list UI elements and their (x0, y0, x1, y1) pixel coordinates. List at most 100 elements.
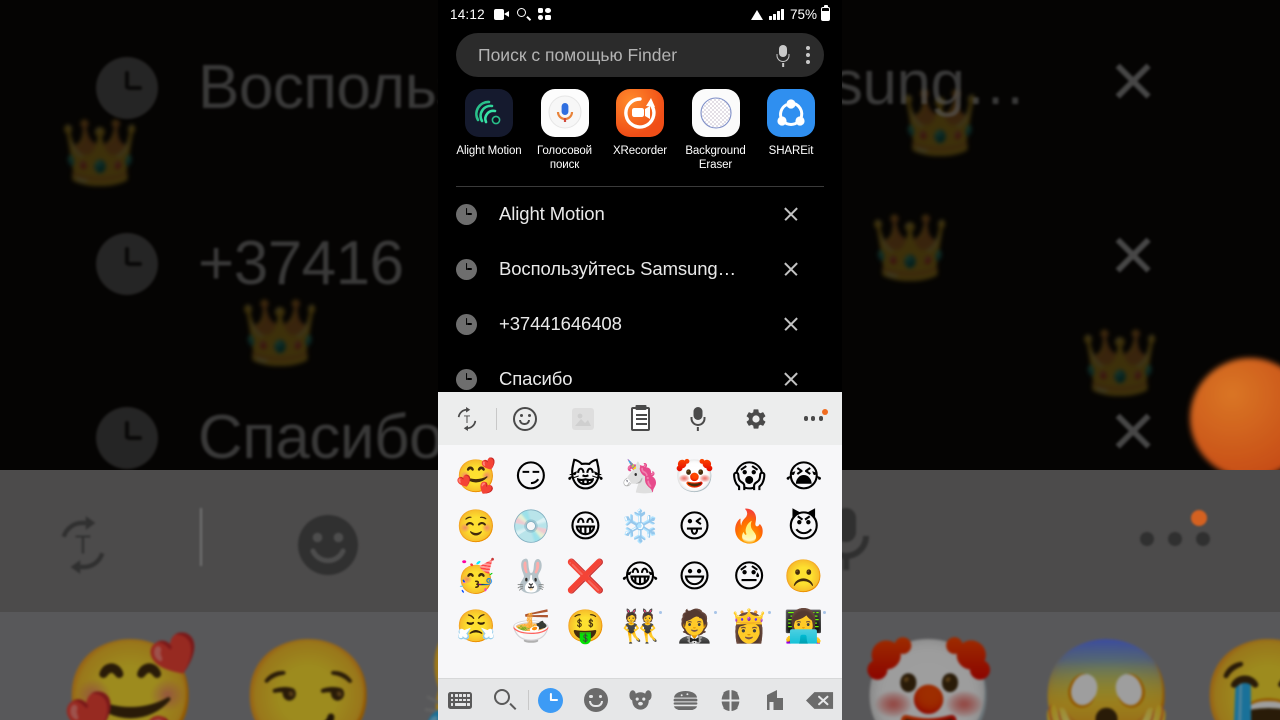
remove-history-icon[interactable] (780, 368, 802, 390)
animals-icon (629, 690, 652, 710)
emoji-cell[interactable]: 😓 (722, 560, 777, 592)
more-horizontal-icon (803, 409, 828, 421)
emoji-cell[interactable]: 😃 (667, 560, 722, 592)
nav-backspace-button[interactable] (797, 679, 842, 720)
remove-history-icon[interactable] (780, 258, 802, 280)
translate-icon: T (457, 406, 476, 431)
crown-watermark: 👑 (240, 296, 320, 368)
voice-search-icon (540, 89, 589, 137)
video-camera-icon (493, 8, 509, 20)
more-vertical-icon[interactable] (806, 46, 810, 64)
emoji-cell[interactable]: 💿 (504, 510, 559, 542)
background-history-row: Спасибо (96, 402, 443, 470)
app-label: XRecorder (612, 145, 668, 157)
history-item[interactable]: Alight Motion (456, 187, 824, 242)
app-shortcut-shareit[interactable]: SHAREit (758, 89, 824, 173)
emoji-cell[interactable]: 👩‍💻 (776, 610, 831, 642)
clock-icon (456, 368, 477, 390)
voice-input-button[interactable] (669, 392, 727, 445)
search-icon (516, 7, 530, 21)
crown-watermark: 👑 (870, 211, 950, 283)
clock-icon (456, 313, 477, 335)
remove-history-icon[interactable] (780, 313, 802, 335)
emoji-cell[interactable]: 🥰 (449, 460, 504, 492)
microphone-icon[interactable] (776, 45, 790, 67)
settings-gear-icon (746, 408, 766, 429)
emoji-grid-panel: 🥰 😏 😹 🦄 🤡 😱 😭 ☺️ 💿 😁 ❄️ 😜 🔥 😈 🥳 🐰 ❌ 😂 😃 … (438, 445, 842, 678)
emoji-cell[interactable]: 👸 (722, 610, 777, 642)
nav-travel-button[interactable] (752, 679, 797, 720)
microphone-icon (691, 407, 706, 431)
crown-watermark: 👑 (60, 116, 140, 188)
shareit-icon (767, 89, 815, 137)
app-label: Alight Motion (456, 145, 522, 157)
quick-panel-icon (537, 8, 551, 20)
more-options-button[interactable] (784, 392, 842, 445)
app-shortcut-alight-motion[interactable]: Alight Motion (456, 89, 522, 173)
app-shortcut-voice-search[interactable]: Голосовой поиск (532, 89, 598, 173)
nav-animals-button[interactable] (618, 679, 663, 720)
food-icon (673, 690, 698, 710)
emoji-cell[interactable]: 😏 (504, 460, 559, 492)
sticker-icon (571, 407, 594, 430)
history-item[interactable]: +37441646408 (456, 297, 824, 352)
emoji-cell[interactable]: 😭 (776, 460, 831, 492)
remove-history-icon[interactable] (780, 203, 802, 225)
emoji-row: 🥰 😏 😹 🦄 🤡 😱 😭 (438, 451, 842, 501)
app-shortcut-xrecorder[interactable]: XRecorder (607, 89, 673, 173)
clipboard-button[interactable] (612, 392, 670, 445)
background-history-text: Спасибо (198, 403, 443, 470)
emoji-cell[interactable]: ☹️ (776, 560, 831, 592)
emoji-cell[interactable]: 🤡 (667, 460, 722, 492)
emoji-cell[interactable]: 🤵 (667, 610, 722, 642)
emoji-cell[interactable]: 😁 (558, 510, 613, 542)
emoji-cell[interactable]: 🍜 (504, 610, 559, 642)
status-bar: 14:12 75% (438, 0, 842, 28)
emoji-cell[interactable]: ☺️ (449, 510, 504, 542)
emoji-cell[interactable]: 😹 (558, 460, 613, 492)
emoji-cell[interactable]: 😜 (667, 510, 722, 542)
emoji-cell[interactable]: 🤑 (558, 610, 613, 642)
background-history-text: +37416 (198, 229, 404, 298)
emoji-cell[interactable]: 👯 (613, 610, 668, 642)
status-right-icons: 75% (750, 7, 830, 22)
emoji-cell[interactable]: 😈 (776, 510, 831, 542)
app-label: Background Eraser (685, 145, 746, 172)
cellular-signal-icon (769, 8, 784, 20)
keyboard-icon (448, 691, 473, 709)
emoji-cell[interactable]: ❌ (558, 560, 613, 592)
phone-screen-panel: 14:12 75% Поиск с помощью Finder Alight … (438, 0, 842, 720)
nav-keyboard-button[interactable] (438, 679, 483, 720)
settings-button[interactable] (727, 392, 785, 445)
emoji-cell[interactable]: 😱 (722, 460, 777, 492)
app-label: Голосовой поиск (536, 145, 592, 172)
history-item-label: Воспользуйтесь Samsung… (499, 258, 737, 280)
app-shortcuts-row: Alight Motion Голосовой поиск XRecorder … (438, 77, 842, 173)
nav-activity-button[interactable] (708, 679, 753, 720)
clock-icon (456, 258, 477, 280)
search-placeholder-text: Поиск с помощью Finder (478, 44, 678, 65)
emoji-cell[interactable]: 😤 (449, 610, 504, 642)
nav-food-button[interactable] (663, 679, 708, 720)
activity-icon (719, 689, 741, 711)
emoji-cell[interactable]: 🐰 (504, 560, 559, 592)
emoji-cell[interactable]: 😂 (613, 560, 668, 592)
nav-recent-button[interactable] (529, 679, 574, 720)
emoji-cell[interactable]: 🦄 (613, 460, 668, 492)
emoji-cell[interactable]: ❄️ (613, 510, 668, 542)
emoji-cell[interactable]: 🥳 (449, 560, 504, 592)
wifi-icon (750, 8, 765, 20)
emoji-cell[interactable]: 🔥 (722, 510, 777, 542)
history-item[interactable]: Воспользуйтесь Samsung… (456, 242, 824, 297)
xrecorder-icon (616, 89, 664, 137)
background-history-text: sung… (832, 49, 1026, 118)
nav-smileys-button[interactable] (573, 679, 618, 720)
search-input[interactable]: Поиск с помощью Finder (456, 33, 824, 77)
emoji-button[interactable] (497, 392, 555, 445)
app-shortcut-background-eraser[interactable]: Background Eraser (683, 89, 749, 173)
sticker-button[interactable] (554, 392, 612, 445)
translate-button[interactable]: T (438, 392, 496, 445)
nav-search-button[interactable] (483, 679, 528, 720)
background-xrecorder-blob (1190, 358, 1280, 470)
battery-icon (821, 7, 830, 21)
